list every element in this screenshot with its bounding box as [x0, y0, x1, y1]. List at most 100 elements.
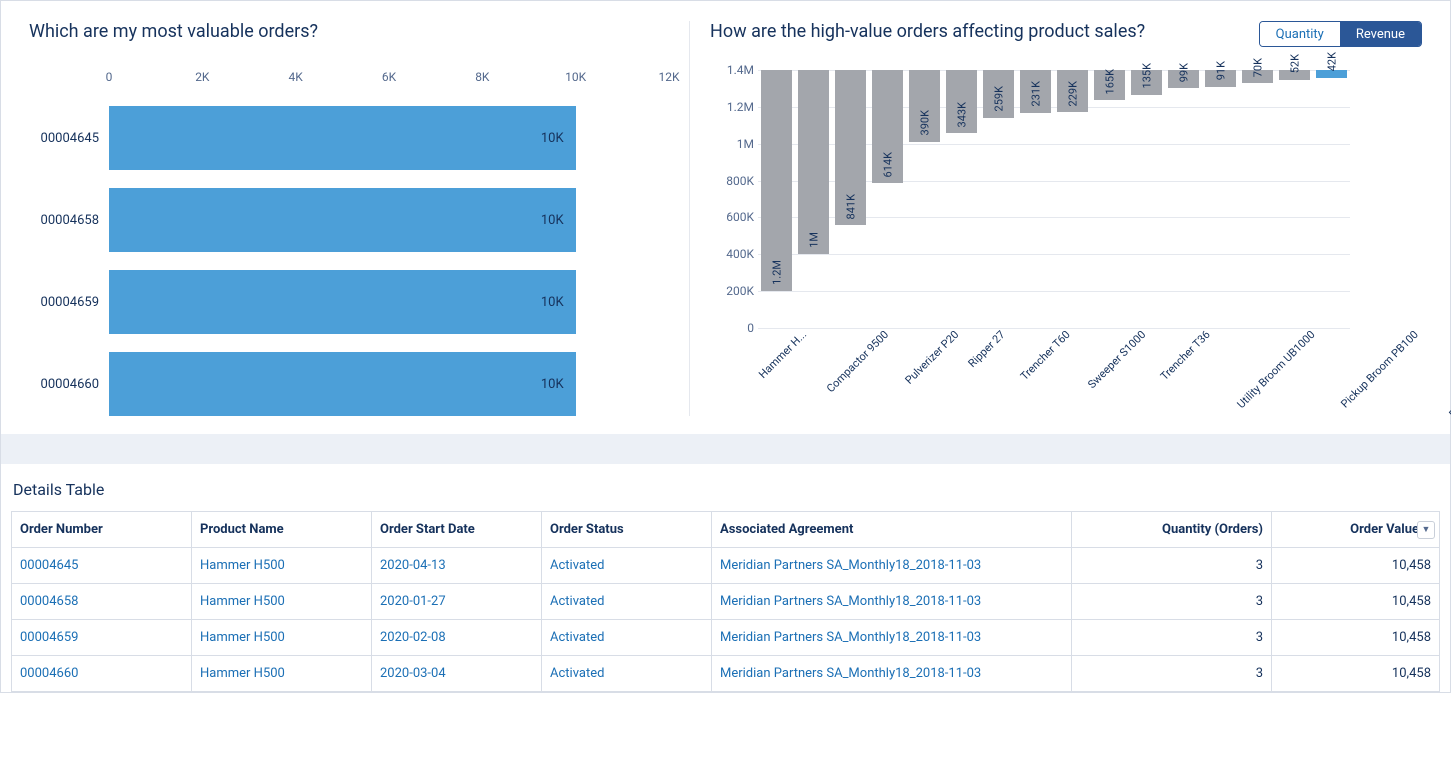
vbar-value-label: 229K	[1066, 81, 1079, 106]
vbar-value-label: 259K	[992, 86, 1005, 111]
table-cell[interactable]: 00004645	[12, 548, 192, 584]
table-column-header[interactable]: Quantity (Orders)	[1072, 512, 1272, 548]
vbar-value-label: 165K	[1103, 69, 1116, 94]
table-column-header[interactable]: Order Value↓▼	[1272, 512, 1440, 548]
vbar-column: 231K	[1017, 70, 1054, 328]
vbar-bar[interactable]: 42K	[1316, 70, 1347, 78]
vbar-value-label: 343K	[955, 102, 968, 127]
hbar-tick: 8K	[475, 70, 489, 84]
valuable-orders-panel: Which are my most valuable orders? 02K4K…	[29, 21, 689, 416]
column-header-label: Order Value	[1350, 522, 1419, 537]
table-cell[interactable]: 00004659	[12, 620, 192, 656]
hbar-bar[interactable]: 10K	[109, 188, 576, 252]
valuable-orders-title: Which are my most valuable orders?	[29, 21, 669, 42]
table-row: 00004660Hammer H5002020-03-04ActivatedMe…	[12, 656, 1440, 692]
hbar-value-label: 10K	[541, 131, 564, 146]
table-column-header[interactable]: Order Status	[542, 512, 712, 548]
vbar-bar[interactable]: 229K	[1057, 70, 1088, 112]
table-cell[interactable]: Meridian Partners SA_Monthly18_2018-11-0…	[712, 548, 1072, 584]
vbar-bar[interactable]: 91K	[1205, 70, 1236, 87]
metric-toggle: Quantity Revenue	[1259, 21, 1422, 47]
toggle-quantity[interactable]: Quantity	[1260, 22, 1340, 46]
dashboard-page: Which are my most valuable orders? 02K4K…	[0, 0, 1451, 693]
table-cell[interactable]: 2020-01-27	[372, 584, 542, 620]
table-cell[interactable]: Meridian Partners SA_Monthly18_2018-11-0…	[712, 584, 1072, 620]
hbar-track: 10K	[109, 352, 669, 416]
table-cell[interactable]: 2020-02-08	[372, 620, 542, 656]
vbar-value-label: 70K	[1251, 58, 1264, 77]
details-table: Order Number Product Name Order Start Date…	[11, 511, 1440, 692]
table-cell: 10,458	[1272, 620, 1440, 656]
vbar-bar[interactable]: 259K	[983, 70, 1014, 118]
table-column-header[interactable]: Order Number	[12, 512, 192, 548]
vbar-value-label: 390K	[918, 110, 931, 135]
vbar-value-label: 42K	[1325, 52, 1338, 71]
vbar-bar[interactable]: 343K	[946, 70, 977, 133]
table-cell[interactable]: Meridian Partners SA_Monthly18_2018-11-0…	[712, 620, 1072, 656]
vbar-value-label: 614K	[881, 152, 894, 177]
vbar-y-tick: 600K	[710, 210, 754, 224]
vbar-x-label: Pickup Broom PB100	[1337, 327, 1451, 451]
column-menu-button[interactable]: ▼	[1417, 521, 1435, 539]
vbar-bar[interactable]: 231K	[1020, 70, 1051, 113]
vbar-bar[interactable]: 841K	[835, 70, 866, 225]
column-header-label: Product Name	[200, 522, 284, 537]
vbar-column: 841K	[832, 70, 869, 328]
toggle-revenue[interactable]: Revenue	[1340, 22, 1421, 46]
table-column-header[interactable]: Associated Agreement	[712, 512, 1072, 548]
table-cell: 10,458	[1272, 584, 1440, 620]
hbar-category-label: 00004659	[29, 295, 109, 310]
vbar-bar[interactable]: 70K	[1242, 70, 1273, 83]
hbar-tick: 0	[106, 70, 113, 84]
hbar-bar[interactable]: 10K	[109, 270, 576, 334]
table-cell[interactable]: Activated	[542, 584, 712, 620]
vbar-column: 135K	[1128, 70, 1165, 328]
table-cell[interactable]: 2020-03-04	[372, 656, 542, 692]
table-cell[interactable]: 2020-04-13	[372, 548, 542, 584]
table-column-header[interactable]: Order Start Date	[372, 512, 542, 548]
vbar-column: 343K	[943, 70, 980, 328]
hbar-category-label: 00004645	[29, 131, 109, 146]
charts-row: Which are my most valuable orders? 02K4K…	[1, 1, 1450, 434]
vbar-value-label: 52K	[1288, 54, 1301, 73]
table-column-header[interactable]: Product Name	[192, 512, 372, 548]
vbar-value-label: 1.2M	[770, 260, 783, 285]
vbar-bar[interactable]: 1M	[798, 70, 829, 254]
table-cell[interactable]: Hammer H500	[192, 548, 372, 584]
vbar-y-tick: 400K	[710, 247, 754, 261]
vbar-bar[interactable]: 135K	[1131, 70, 1162, 95]
hbar-bar[interactable]: 10K	[109, 106, 576, 170]
table-cell[interactable]: Hammer H500	[192, 656, 372, 692]
vbar-value-label: 1M	[807, 232, 820, 248]
vbar-bar[interactable]: 99K	[1168, 70, 1199, 88]
hbar-bar[interactable]: 10K	[109, 352, 576, 416]
column-header-label: Quantity (Orders)	[1162, 522, 1263, 537]
hbar-track: 10K	[109, 270, 669, 334]
table-cell[interactable]: 00004660	[12, 656, 192, 692]
hbar-value-label: 10K	[541, 295, 564, 310]
hbar-track: 10K	[109, 188, 669, 252]
vbar-y-tick: 800K	[710, 174, 754, 188]
table-cell[interactable]: 00004658	[12, 584, 192, 620]
vbar-column: 91K	[1202, 70, 1239, 328]
product-sales-title: How are the high-value orders affecting …	[710, 21, 1145, 42]
column-header-label: Order Status	[550, 522, 624, 537]
table-cell[interactable]: Activated	[542, 620, 712, 656]
vbar-column: 390K	[906, 70, 943, 328]
vbar-y-tick: 200K	[710, 284, 754, 298]
table-row: 00004658Hammer H5002020-01-27ActivatedMe…	[12, 584, 1440, 620]
vbar-column: 1.2M	[758, 70, 795, 328]
table-cell[interactable]: Meridian Partners SA_Monthly18_2018-11-0…	[712, 656, 1072, 692]
vbar-bar[interactable]: 390K	[909, 70, 940, 142]
vbar-bar[interactable]: 1.2M	[761, 70, 792, 291]
table-cell: 10,458	[1272, 656, 1440, 692]
vbar-column: 259K	[980, 70, 1017, 328]
table-cell[interactable]: Hammer H500	[192, 584, 372, 620]
vbar-column: 229K	[1054, 70, 1091, 328]
table-cell[interactable]: Activated	[542, 548, 712, 584]
table-cell[interactable]: Hammer H500	[192, 620, 372, 656]
table-cell[interactable]: Activated	[542, 656, 712, 692]
vbar-bar[interactable]: 52K	[1279, 70, 1310, 80]
vbar-bar[interactable]: 165K	[1094, 70, 1125, 100]
vbar-bar[interactable]: 614K	[872, 70, 903, 183]
